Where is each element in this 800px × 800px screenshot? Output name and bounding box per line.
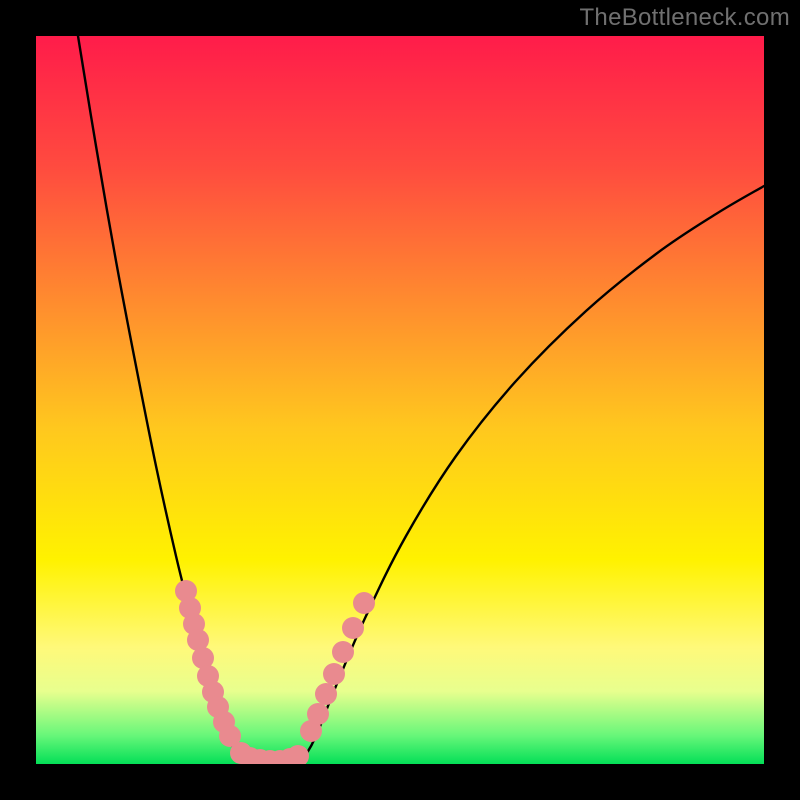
bottleneck-curve: [36, 36, 764, 764]
data-dot: [353, 592, 375, 614]
frame-left: [0, 0, 36, 800]
data-dot: [315, 683, 337, 705]
plot-area: [36, 36, 764, 764]
curve-path: [78, 36, 764, 763]
data-dot: [342, 617, 364, 639]
frame-right: [764, 0, 800, 800]
data-dot: [307, 703, 329, 725]
watermark-text: TheBottleneck.com: [579, 4, 790, 32]
data-dot: [323, 663, 345, 685]
data-dots: [175, 580, 375, 772]
frame-bottom: [0, 764, 800, 800]
data-dot: [332, 641, 354, 663]
